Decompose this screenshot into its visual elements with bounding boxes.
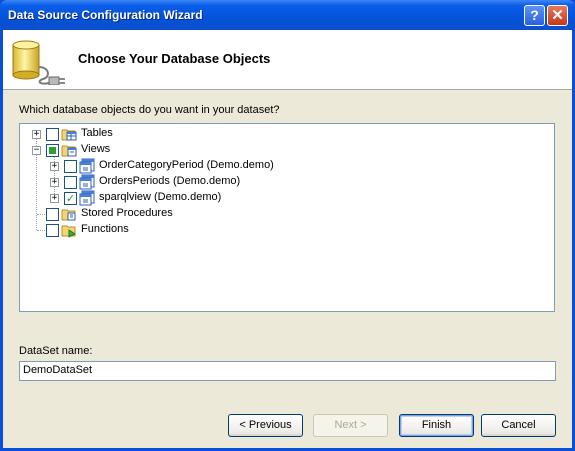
help-button[interactable]: ?	[524, 5, 545, 26]
views-folder-icon	[61, 145, 77, 157]
previous-button[interactable]: < Previous	[228, 414, 303, 437]
tree-node-label: Views	[81, 143, 111, 155]
tree-node-view[interactable]: + OrderCategoryPeriod (Demo.demo)	[20, 158, 520, 174]
functions-folder-icon	[61, 225, 76, 238]
expand-toggle[interactable]: +	[32, 130, 41, 139]
tree-node-tables[interactable]: + Tables	[20, 126, 320, 142]
expand-toggle[interactable]: +	[50, 178, 59, 187]
tree-node-label: sparqlview (Demo.demo)	[99, 191, 222, 203]
window-title: Data Source Configuration Wizard	[8, 8, 203, 22]
tree-node-view[interactable]: + ✓ sparqlview (Demo.demo)	[20, 190, 520, 206]
stored-procedures-checkbox[interactable]	[46, 208, 59, 221]
view-checkbox[interactable]	[64, 160, 77, 173]
dialog-body: Choose Your Database Objects Which datab…	[3, 30, 572, 448]
dataset-name-label: DataSet name:	[19, 345, 93, 357]
wizard-header: Choose Your Database Objects	[3, 30, 572, 90]
view-icon	[79, 174, 95, 190]
tables-folder-icon	[61, 129, 77, 141]
title-bar[interactable]: Data Source Configuration Wizard ? ✕	[0, 0, 575, 30]
database-plug-icon	[12, 40, 65, 85]
tree-node-label: OrderCategoryPeriod (Demo.demo)	[99, 159, 274, 171]
tree-node-functions[interactable]: Functions	[20, 222, 320, 238]
tree-node-view[interactable]: + OrdersPeriods (Demo.demo)	[20, 174, 520, 190]
wizard-window: Data Source Configuration Wizard ? ✕ Cho…	[0, 0, 575, 451]
views-checkbox[interactable]	[46, 144, 59, 157]
view-icon	[79, 190, 95, 206]
page-title: Choose Your Database Objects	[78, 51, 271, 66]
functions-checkbox[interactable]	[46, 224, 59, 237]
collapse-toggle[interactable]: −	[32, 146, 41, 155]
tables-checkbox[interactable]	[46, 128, 59, 141]
dataset-name-input[interactable]: DemoDataSet	[19, 361, 556, 381]
cancel-button[interactable]: Cancel	[481, 414, 556, 437]
tree-node-label: Tables	[81, 127, 113, 139]
tree-node-stored-procedures[interactable]: Stored Procedures	[20, 206, 320, 222]
next-button[interactable]: Next >	[313, 414, 388, 437]
stored-procedures-folder-icon	[61, 209, 76, 221]
objects-question: Which database objects do you want in yo…	[19, 104, 280, 116]
view-checkbox-checked[interactable]: ✓	[64, 192, 77, 205]
close-button[interactable]: ✕	[547, 5, 568, 26]
expand-toggle[interactable]: +	[50, 162, 59, 171]
tree-node-views[interactable]: − Views	[20, 142, 320, 158]
tree-node-label: OrdersPeriods (Demo.demo)	[99, 175, 241, 187]
tree-node-label: Functions	[81, 223, 129, 235]
finish-button[interactable]: Finish	[399, 414, 474, 437]
objects-tree[interactable]: + Tables − Views + OrderCategoryPeriod (…	[19, 123, 555, 312]
tree-node-label: Stored Procedures	[81, 207, 173, 219]
view-icon	[79, 158, 95, 174]
expand-toggle[interactable]: +	[50, 194, 59, 203]
view-checkbox[interactable]	[64, 176, 77, 189]
